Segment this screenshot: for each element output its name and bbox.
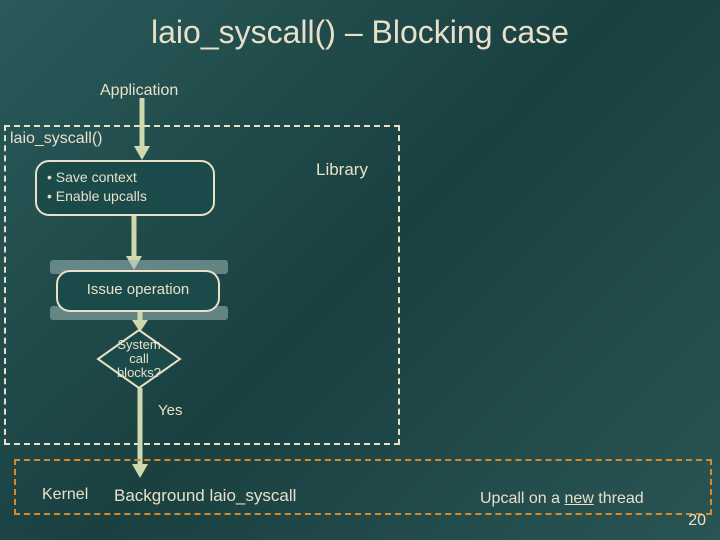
kernel-label: Kernel: [42, 486, 88, 504]
laio-syscall-label: laio_syscall(): [10, 130, 102, 148]
background-syscall-label: Background laio_syscall: [114, 486, 296, 506]
save-context-box: • Save context • Enable upcalls: [35, 160, 215, 216]
slide-number: 20: [688, 512, 706, 530]
diamond-line2: call: [117, 352, 161, 366]
library-label: Library: [316, 160, 368, 180]
slide-title: laio_syscall() – Blocking case: [0, 0, 720, 51]
save-line2: • Enable upcalls: [47, 187, 203, 206]
decision-diamond: System call blocks?: [96, 328, 182, 390]
upcall-prefix: Upcall on a: [480, 490, 565, 507]
upcall-suffix: thread: [594, 490, 644, 507]
diamond-line1: System: [117, 338, 161, 352]
issue-operation-box: Issue operation: [56, 270, 220, 312]
upcall-label: Upcall on a new thread: [480, 490, 644, 508]
upcall-new: new: [565, 490, 594, 507]
diamond-line3: blocks?: [117, 366, 161, 380]
save-line1: • Save context: [47, 168, 203, 187]
yes-branch-label: Yes: [158, 402, 182, 419]
